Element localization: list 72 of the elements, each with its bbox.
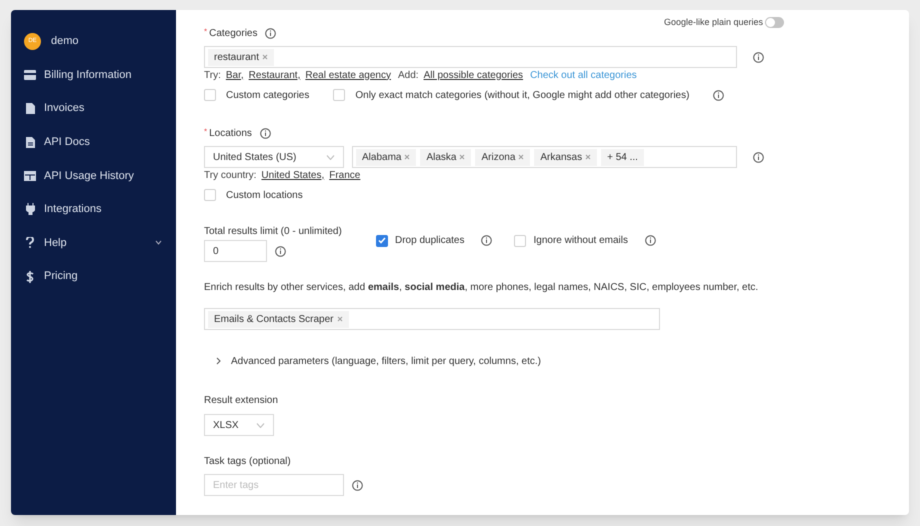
suggestion-link[interactable]: Restaurant, [248,68,300,82]
info-icon [265,28,276,38]
try-label: Try country: [204,168,256,182]
form-label: Categories [209,26,258,40]
checkbox-label: Drop duplicates [395,234,464,248]
tag: restaurant [208,48,274,66]
sidebar-item[interactable]: API Docs [11,131,176,154]
document-icon [24,136,36,148]
number-input[interactable]: 0 [204,240,267,262]
suggestion-link[interactable]: France [329,168,360,182]
country-select[interactable]: United States (US) [204,146,344,168]
info-icon [753,52,764,62]
tag: Arizona [475,148,530,166]
remove-icon[interactable] [336,316,342,322]
format-select[interactable]: XLSX [204,414,274,436]
remove-icon[interactable] [262,54,268,60]
sidebar-item[interactable]: Help [11,232,176,254]
info-icon [713,90,724,100]
remove-icon[interactable] [518,154,524,160]
remove-icon[interactable] [459,154,466,160]
remove-icon[interactable] [404,154,410,160]
info-icon [352,480,363,490]
more-tag: + 54 ... [601,148,644,166]
user-name[interactable]: demo [51,32,79,50]
info-icon [260,128,271,138]
form-label: Result extension [204,394,279,407]
form-label: Locations [209,126,252,140]
collapsible-header[interactable]: Advanced parameters (language, filters, limit per query, columns, etc.) [216,354,909,368]
remove-icon[interactable] [585,154,592,160]
chevron-down-icon [326,154,335,160]
tags-input[interactable]: Emails & Contacts Scraper [204,308,660,330]
sidebar-item[interactable]: Integrations [11,198,176,220]
form-label: Task tags (optional) [204,455,292,468]
plug-icon [24,203,36,216]
sidebar-item[interactable]: API Usage History [11,164,176,187]
credit-card-icon [24,70,36,80]
suggestion-link[interactable]: United States, [261,168,324,182]
info-icon [753,152,764,162]
help-icon [24,237,36,248]
suggestion-link[interactable]: All possible categories [424,68,524,82]
checkbox[interactable] [376,234,388,246]
tag: Alaska [420,148,472,166]
try-label: Try: [204,68,221,82]
info-icon [481,235,492,246]
sidebar-item[interactable]: Invoices [11,98,176,120]
form-label: Total results limit (0 - unlimited) [204,225,343,238]
required-mark: * [204,26,208,38]
suggestion-link[interactable]: Bar, [226,68,244,82]
tag: Alabama [356,148,416,166]
sidebar-item[interactable]: Pricing [11,266,176,288]
sidebar-item[interactable]: Billing Information [11,64,176,86]
add-label: Add: [398,68,419,82]
tag: Emails & Contacts Scraper [208,310,348,328]
checkbox-label: Custom locations [226,188,303,202]
dollar-icon [24,270,36,283]
tags-input[interactable]: Alabama Alaska Arizona Arkansas + 54 ... [352,146,737,168]
tags-input[interactable]: restaurant [204,46,737,68]
table-icon [24,170,36,181]
suggestion-link[interactable]: Real estate agency [305,68,391,82]
info-icon [275,246,286,256]
checkbox-label: Ignore without emails [533,234,628,248]
tags-input[interactable]: Enter tags [204,474,344,496]
description-text: Enrich results by other services, add emails, social media, more phones, legal names, NAICS, SIC, employees number, etc. [204,281,760,294]
invoice-icon [24,103,36,114]
checkbox-label: Custom categories [226,88,310,102]
info-icon [644,235,656,246]
toggle-switch[interactable] [765,17,784,28]
required-mark: * [204,126,208,138]
checkbox-label: Only exact match categories (without it, Google might add other categories) [355,88,690,102]
tag: Arkansas [534,148,598,166]
toggle-label: Google-like plain queries [664,16,763,29]
chevron-down-icon [256,422,265,428]
